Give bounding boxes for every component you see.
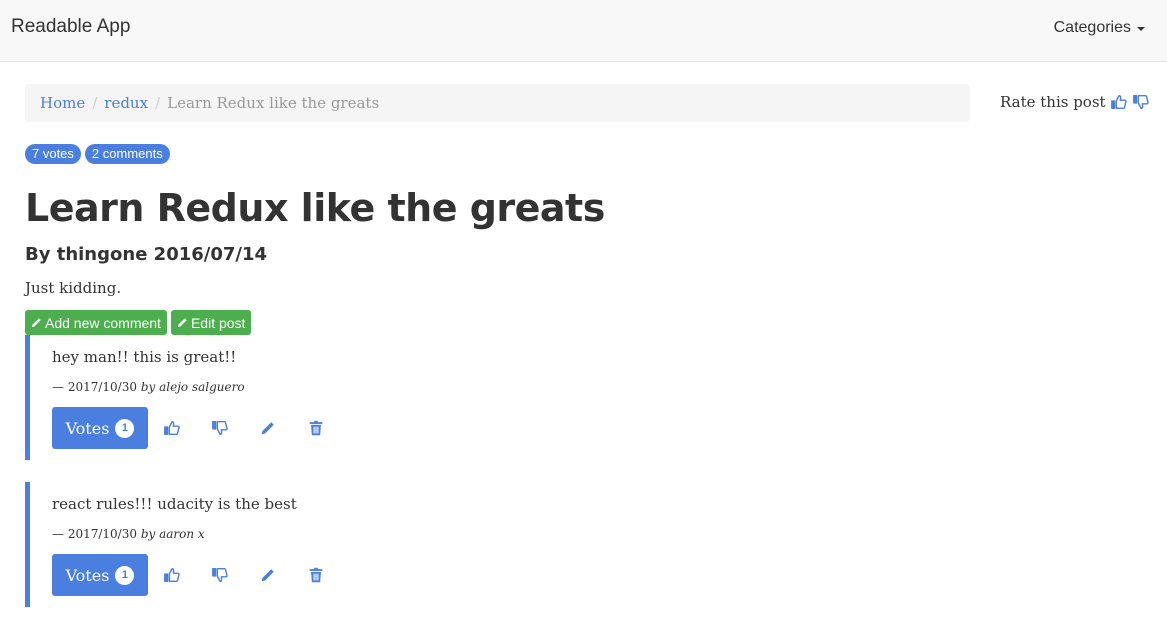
edit-comment-button[interactable]: [244, 554, 292, 596]
breadcrumb-home[interactable]: Home: [40, 94, 85, 112]
brand-link[interactable]: Readable App: [11, 16, 130, 38]
comment-body: hey man!! this is great!!: [52, 348, 237, 366]
comment-author: by aaron x: [140, 527, 205, 541]
breadcrumb-category[interactable]: redux: [104, 94, 148, 112]
votes-label: Votes: [65, 565, 110, 585]
thumbs-up-icon[interactable]: [1110, 93, 1128, 111]
trash-icon: [309, 567, 323, 583]
post-meta: By thingone 2016/07/14: [25, 244, 268, 265]
upvote-button[interactable]: [148, 554, 196, 596]
post-actions: Add new comment Edit post: [25, 310, 252, 335]
thumbs-up-icon: [164, 420, 180, 436]
post-body: Just kidding.: [25, 279, 122, 297]
comment-tools: Votes 1: [52, 407, 725, 449]
comment-date: 2017/10/30: [67, 527, 137, 541]
categories-dropdown[interactable]: Categories: [1054, 19, 1145, 37]
add-comment-button[interactable]: Add new comment: [25, 310, 167, 335]
thumbs-up-icon: [164, 567, 180, 583]
edit-post-label: Edit post: [190, 314, 246, 331]
thumbs-down-icon: [212, 420, 228, 436]
navbar: Readable App Categories: [0, 0, 1167, 62]
breadcrumb-separator: /: [92, 94, 98, 112]
comment-meta: — 2017/10/30 by alejo salguero: [52, 380, 245, 394]
votes-button[interactable]: Votes 1: [52, 554, 148, 596]
categories-label: Categories: [1053, 19, 1131, 36]
post-title: Learn Redux like the greats: [25, 186, 605, 230]
downvote-button[interactable]: [196, 407, 244, 449]
thumbs-down-icon[interactable]: [1132, 93, 1150, 111]
add-comment-label: Add new comment: [45, 314, 161, 331]
comment-item: react rules!!! udacity is the best — 201…: [25, 482, 725, 607]
votes-badge: 7 votes: [25, 144, 81, 164]
pencil-icon: [261, 422, 274, 435]
comments-badge: 2 comments: [84, 144, 170, 164]
comment-date: 2017/10/30: [67, 380, 137, 394]
downvote-button[interactable]: [196, 554, 244, 596]
post-badges: 7 votes 2 comments: [25, 144, 170, 164]
trash-icon: [309, 420, 323, 436]
edit-comment-button[interactable]: [244, 407, 292, 449]
edit-post-button[interactable]: Edit post: [170, 310, 252, 335]
votes-button[interactable]: Votes 1: [52, 407, 148, 449]
comment-meta: — 2017/10/30 by aaron x: [52, 527, 205, 541]
pencil-icon: [261, 569, 274, 582]
rate-post: Rate this post: [1000, 93, 1150, 111]
delete-comment-button[interactable]: [292, 407, 340, 449]
vote-count-badge: 1: [115, 418, 135, 438]
delete-comment-button[interactable]: [292, 554, 340, 596]
rate-label: Rate this post: [1000, 93, 1106, 111]
comment-tools: Votes 1: [52, 554, 725, 596]
votes-label: Votes: [65, 418, 110, 438]
thumbs-down-icon: [212, 567, 228, 583]
comment-item: hey man!! this is great!! — 2017/10/30 b…: [25, 335, 725, 460]
comment-body: react rules!!! udacity is the best: [52, 495, 297, 513]
caret-down-icon: [1137, 27, 1145, 31]
upvote-button[interactable]: [148, 407, 196, 449]
vote-count-badge: 1: [115, 565, 135, 585]
pencil-icon: [31, 318, 41, 328]
comment-author: by alejo salguero: [140, 380, 245, 394]
breadcrumb-current: Learn Redux like the greats: [167, 94, 380, 112]
pencil-icon: [177, 318, 187, 328]
breadcrumb-separator: /: [155, 94, 161, 112]
breadcrumb: Home / redux / Learn Redux like the grea…: [25, 84, 970, 122]
